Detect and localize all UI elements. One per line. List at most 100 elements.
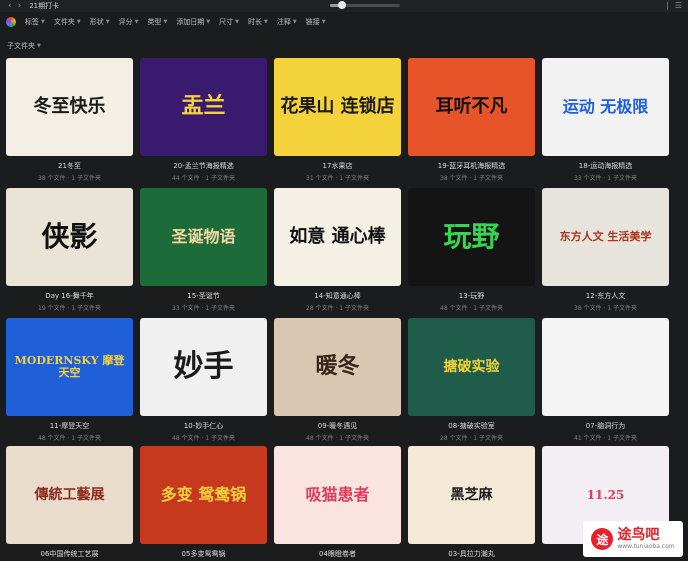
folder-card[interactable]: 圣诞物语 15-圣诞节 33 个文件 · 1 子文件夹 <box>140 188 267 312</box>
filter-8[interactable]: 注释 ▼ <box>277 17 297 27</box>
folder-meta: 48 个文件 · 1 子文件夹 <box>306 435 369 442</box>
chevron-down-icon: ▼ <box>105 19 110 25</box>
folder-thumbnail[interactable]: 吸猫患者 <box>274 446 401 544</box>
folder-thumbnail[interactable]: 玩野 <box>408 188 535 286</box>
folder-thumbnail[interactable]: 妙手 <box>140 318 267 416</box>
folder-meta: 44 个文件 · 1 子文件夹 <box>172 175 235 182</box>
filter-5[interactable]: 添加日期 ▼ <box>176 17 210 27</box>
thumbnail-art-text: 妙手 <box>173 349 234 385</box>
folder-thumbnail[interactable]: 黑芝麻 <box>408 446 535 544</box>
folder-meta: 41 个文件 · 1 子文件夹 <box>574 435 637 442</box>
thumbnail-art-text: 运动 无极限 <box>562 96 649 116</box>
chevron-down-icon: ▼ <box>292 19 297 25</box>
filter-7[interactable]: 时长 ▼ <box>248 17 268 27</box>
folder-thumbnail[interactable]: 搪破实验 <box>408 318 535 416</box>
folder-name: 11-摩登天空 <box>49 422 90 430</box>
folder-thumbnail[interactable] <box>542 318 669 416</box>
folder-card[interactable]: 多变 鸳鸯锅 05多变鸳鸯锅 <box>140 446 267 561</box>
thumbnail-art-text: 盂兰 <box>181 93 226 120</box>
folder-thumbnail[interactable]: 东方人文 生活美学 <box>542 188 669 286</box>
folder-thumbnail[interactable]: 运动 无极限 <box>542 58 669 156</box>
thumbnail-art-text: 玩野 <box>443 220 500 254</box>
folder-name: 03-具拉力潮丸 <box>448 550 495 558</box>
folder-card[interactable]: 花果山 连锁店 17水果店 31 个文件 · 1 子文件夹 <box>274 58 401 182</box>
filter-0[interactable]: 标签 ▼ <box>25 17 45 27</box>
filter-1[interactable]: 文件夹 ▼ <box>54 17 81 27</box>
folder-meta: 33 个文件 · 1 子文件夹 <box>574 175 637 182</box>
thumbnail-art-text: MODERNSKY 摩登天空 <box>14 354 125 379</box>
subfolder-label: 子文件夹 <box>7 42 35 50</box>
folder-meta: 48 个文件 · 1 子文件夹 <box>440 305 503 312</box>
folder-name: 19-蓝牙耳机海报精选 <box>437 162 506 170</box>
thumbnail-art-text: 圣诞物语 <box>171 226 236 246</box>
folder-card[interactable]: 妙手 10-妙手仁心 48 个文件 · 1 子文件夹 <box>140 318 267 442</box>
folder-name: 06中国传统工艺展 <box>40 550 99 558</box>
watermark-title: 途鸟吧 <box>617 527 660 543</box>
folder-name: Day 16-舞千年 <box>45 292 94 300</box>
folder-card[interactable]: 耳听不凡 19-蓝牙耳机海报精选 38 个文件 · 1 子文件夹 <box>408 58 535 182</box>
folder-name: 12-东方人文 <box>585 292 626 300</box>
folder-thumbnail[interactable]: 耳听不凡 <box>408 58 535 156</box>
folder-card[interactable]: 暖冬 09-暖冬遇见 48 个文件 · 1 子文件夹 <box>274 318 401 442</box>
folder-thumbnail[interactable]: 侠影 <box>6 188 133 286</box>
zoom-slider[interactable] <box>330 1 400 9</box>
color-filter-icon[interactable] <box>6 17 16 27</box>
zoom-slider-knob[interactable] <box>337 1 346 9</box>
filter-label: 类型 <box>147 18 162 26</box>
folder-card[interactable]: 运动 无极限 18-运动海报精选 33 个文件 · 1 子文件夹 <box>542 58 669 182</box>
folder-thumbnail[interactable]: 冬至快乐 <box>6 58 133 156</box>
thumbnail-art-text: 东方人文 生活美学 <box>559 230 652 244</box>
folder-meta: 31 个文件 · 1 子文件夹 <box>306 175 369 182</box>
menu-icon[interactable]: ☰ <box>675 0 682 12</box>
filter-2[interactable]: 形状 ▼ <box>90 17 110 27</box>
folder-thumbnail[interactable]: MODERNSKY 摩登天空 <box>6 318 133 416</box>
folder-name: 13-玩野 <box>458 292 485 300</box>
chevron-down-icon: ▼ <box>163 19 168 25</box>
folder-name: 17水果店 <box>322 162 353 170</box>
folder-card[interactable]: 如意 通心棒 14-知意通心棒 28 个文件 · 1 子文件夹 <box>274 188 401 312</box>
folder-meta: 19 个文件 · 1 子文件夹 <box>38 305 101 312</box>
filter-label: 形状 <box>89 18 104 26</box>
filter-4[interactable]: 类型 ▼ <box>147 17 167 27</box>
folder-card[interactable]: 盂兰 20-孟兰节海报精选 44 个文件 · 1 子文件夹 <box>140 58 267 182</box>
filter-9[interactable]: 链接 ▼ <box>306 17 326 27</box>
filter-label: 尺寸 <box>219 18 234 26</box>
title-bar: ‹ › 21期打卡 | ☰ <box>0 0 688 12</box>
thumbnail-art-text: 黑芝麻 <box>450 486 493 503</box>
folder-name: 05多变鸳鸯锅 <box>181 550 226 558</box>
folder-card[interactable]: 07-脑洞行为 41 个文件 · 1 子文件夹 <box>542 318 669 442</box>
chevron-down-icon: ▼ <box>41 19 45 25</box>
filter-label: 注释 <box>276 18 291 26</box>
folder-card[interactable]: 玩野 13-玩野 48 个文件 · 1 子文件夹 <box>408 188 535 312</box>
watermark-sub: www.tuniaoba.com <box>617 543 675 550</box>
folder-card[interactable]: 黑芝麻 03-具拉力潮丸 <box>408 446 535 561</box>
folder-card[interactable]: 侠影 Day 16-舞千年 19 个文件 · 1 子文件夹 <box>6 188 133 312</box>
thumbnail-art-text: 傳統工藝展 <box>34 486 105 503</box>
filter-6[interactable]: 尺寸 ▼ <box>219 17 239 27</box>
folder-card[interactable]: 傳統工藝展 06中国传统工艺展 <box>6 446 133 561</box>
chevron-down-icon: ▼ <box>76 19 81 25</box>
forward-icon[interactable]: › <box>18 0 22 12</box>
filter-3[interactable]: 评分 ▼ <box>119 17 139 27</box>
folder-meta: 48 个文件 · 1 子文件夹 <box>38 435 101 442</box>
folder-meta: 48 个文件 · 1 子文件夹 <box>172 435 235 442</box>
folder-card[interactable]: 冬至快乐 21冬至 38 个文件 · 1 子文件夹 <box>6 58 133 182</box>
folder-thumbnail[interactable]: 圣诞物语 <box>140 188 267 286</box>
chevron-down-icon: ▼ <box>264 19 268 25</box>
chevron-down-icon: ▼ <box>134 19 139 25</box>
folder-name: 07-脑洞行为 <box>585 422 626 430</box>
folder-thumbnail[interactable]: 如意 通心棒 <box>274 188 401 286</box>
folder-card[interactable]: 搪破实验 08-搪破实验室 28 个文件 · 1 子文件夹 <box>408 318 535 442</box>
window-title: 21期打卡 <box>29 2 60 10</box>
folder-thumbnail[interactable]: 多变 鸳鸯锅 <box>140 446 267 544</box>
folder-card[interactable]: MODERNSKY 摩登天空 11-摩登天空 48 个文件 · 1 子文件夹 <box>6 318 133 442</box>
folder-thumbnail[interactable]: 傳統工藝展 <box>6 446 133 544</box>
subfolder-toggle[interactable]: 子文件夹 ▼ <box>7 41 41 51</box>
folder-card[interactable]: 东方人文 生活美学 12-东方人文 38 个文件 · 1 子文件夹 <box>542 188 669 312</box>
folder-thumbnail[interactable]: 花果山 连锁店 <box>274 58 401 156</box>
folder-card[interactable]: 吸猫患者 04眼瞪卷者 <box>274 446 401 561</box>
folder-thumbnail[interactable]: 盂兰 <box>140 58 267 156</box>
back-icon[interactable]: ‹ <box>8 0 12 12</box>
nav-buttons: ‹ › <box>8 0 21 12</box>
folder-thumbnail[interactable]: 暖冬 <box>274 318 401 416</box>
